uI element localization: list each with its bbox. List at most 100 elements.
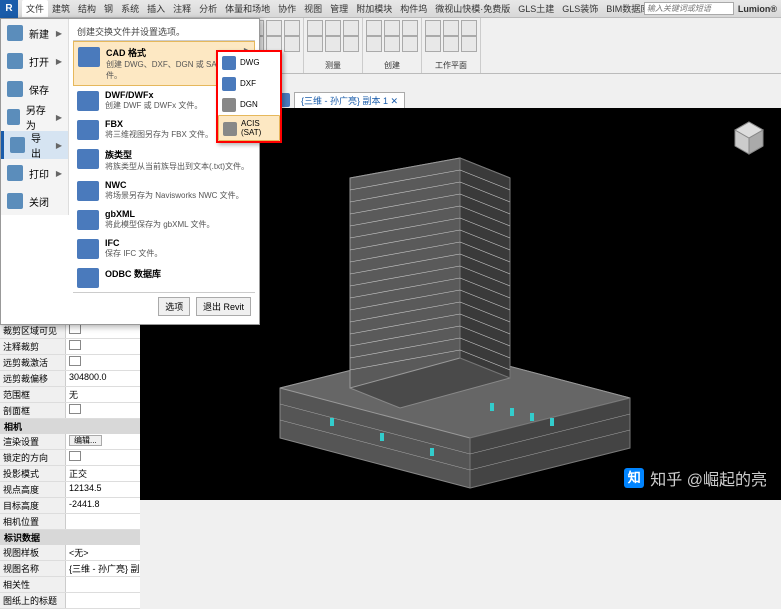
prop-value[interactable] bbox=[66, 450, 140, 465]
prop-key: 注释裁剪 bbox=[0, 339, 66, 354]
ribbon-tab[interactable]: GLS土建 bbox=[514, 0, 558, 17]
prop-row[interactable]: 相机位置 bbox=[0, 514, 140, 530]
export-format-gbXML[interactable]: gbXML将此模型保存为 gbXML 文件。 bbox=[73, 205, 255, 234]
prop-value[interactable]: {三维 - 孙广亮} 副... bbox=[66, 561, 140, 576]
prop-value[interactable]: 无 bbox=[66, 387, 140, 402]
edit-button[interactable]: 编辑... bbox=[69, 435, 102, 446]
prop-value[interactable]: 正交 bbox=[66, 466, 140, 481]
viewcube[interactable] bbox=[729, 118, 769, 158]
prop-row[interactable]: 视图名称{三维 - 孙广亮} 副... bbox=[0, 561, 140, 577]
prop-row[interactable]: 远剪裁偏移304800.0 bbox=[0, 371, 140, 387]
prop-value[interactable]: 304800.0 bbox=[66, 371, 140, 386]
prop-value[interactable] bbox=[66, 355, 140, 370]
cad-subformat-ACIS (SAT)[interactable]: ACIS (SAT) bbox=[218, 115, 280, 141]
cad-subformat-DGN[interactable]: DGN bbox=[218, 94, 280, 115]
prop-row[interactable]: 目标高度-2441.8 bbox=[0, 498, 140, 514]
export-format-族类型[interactable]: 族类型将族类型从当前族导出到文本(.txt)文件。 bbox=[73, 144, 255, 176]
export-format-ODBC 数据库[interactable]: ODBC 数据库 bbox=[73, 263, 255, 292]
ribbon-tab[interactable]: 协作 bbox=[274, 0, 300, 17]
ribbon-tab[interactable]: 建筑 bbox=[48, 0, 74, 17]
search-input[interactable] bbox=[644, 2, 734, 15]
prop-row[interactable]: 图纸上的标题 bbox=[0, 593, 140, 609]
prop-row[interactable]: 渲染设置编辑... bbox=[0, 434, 140, 450]
ribbon-tab[interactable]: 视图 bbox=[300, 0, 326, 17]
ribbon-tab[interactable]: 结构 bbox=[74, 0, 100, 17]
checkbox[interactable] bbox=[69, 356, 81, 366]
prop-value[interactable] bbox=[66, 323, 140, 338]
prop-row[interactable]: 锁定的方向 bbox=[0, 450, 140, 466]
ribbon-tab[interactable]: 构件坞 bbox=[396, 0, 431, 17]
prop-key: 渲染设置 bbox=[0, 434, 66, 449]
prop-value[interactable] bbox=[66, 514, 140, 529]
file-menu-item-另存为[interactable]: 另存为▶ bbox=[1, 103, 68, 131]
ribbon-tab[interactable]: 插入 bbox=[143, 0, 169, 17]
prop-value[interactable]: <无> bbox=[66, 545, 140, 560]
ribbon-tab[interactable]: 注释 bbox=[169, 0, 195, 17]
exit-revit-button[interactable]: 退出 Revit bbox=[196, 297, 251, 316]
app-logo[interactable]: R bbox=[0, 0, 18, 18]
ribbon-tab[interactable]: 分析 bbox=[195, 0, 221, 17]
export-format-IFC[interactable]: IFC保存 IFC 文件。 bbox=[73, 234, 255, 263]
prop-key: 相关性 bbox=[0, 577, 66, 592]
file-menu-icon bbox=[7, 81, 23, 97]
options-button[interactable]: 选项 bbox=[158, 297, 190, 316]
prop-value[interactable]: -2441.8 bbox=[66, 498, 140, 513]
prop-value[interactable] bbox=[66, 577, 140, 592]
file-menu-item-保存[interactable]: 保存 bbox=[1, 75, 68, 103]
chevron-right-icon: ▶ bbox=[56, 141, 62, 150]
ribbon-group: 测量 bbox=[304, 18, 363, 73]
prop-row[interactable]: 剖面框 bbox=[0, 403, 140, 419]
ribbon-tab[interactable]: GLS装饰 bbox=[558, 0, 602, 17]
prop-row[interactable]: 远剪裁激活 bbox=[0, 355, 140, 371]
export-format-NWC[interactable]: NWC将场景另存为 Navisworks NWC 文件。 bbox=[73, 176, 255, 205]
titlebar: R 文件建筑结构钢系统插入注释分析体量和场地协作视图管理附加模块构件坞微视山快模… bbox=[0, 0, 781, 18]
prop-row[interactable]: 视点高度12134.5 bbox=[0, 482, 140, 498]
ribbon-tab[interactable]: 钢 bbox=[100, 0, 117, 17]
properties-panel: 范围裁剪视图裁剪区域可见注释裁剪远剪裁激活远剪裁偏移304800.0范围框无剖面… bbox=[0, 292, 140, 609]
ribbon-tab[interactable]: BIM数据库 bbox=[602, 0, 644, 17]
prop-key: 裁剪区域可见 bbox=[0, 323, 66, 338]
zhihu-icon: 知 bbox=[624, 468, 644, 488]
prop-row[interactable]: 相关性 bbox=[0, 577, 140, 593]
prop-row[interactable]: 视图样板<无> bbox=[0, 545, 140, 561]
prop-section-header[interactable]: 标识数据 bbox=[0, 530, 140, 545]
file-menu-item-打开[interactable]: 打开▶ bbox=[1, 47, 68, 75]
format-icon bbox=[77, 91, 99, 111]
format-icon bbox=[77, 268, 99, 288]
cad-subformat-DXF[interactable]: DXF bbox=[218, 73, 280, 94]
ribbon-tab[interactable]: 管理 bbox=[326, 0, 352, 17]
prop-key: 视点高度 bbox=[0, 482, 66, 497]
prop-value[interactable] bbox=[66, 403, 140, 418]
file-menu-icon bbox=[10, 137, 25, 153]
prop-row[interactable]: 注释裁剪 bbox=[0, 339, 140, 355]
ribbon-group-label: 工作平面 bbox=[425, 60, 477, 71]
prop-section-header[interactable]: 相机 bbox=[0, 419, 140, 434]
prop-value[interactable] bbox=[66, 593, 140, 608]
prop-value[interactable]: 12134.5 bbox=[66, 482, 140, 497]
format-icon bbox=[77, 210, 99, 230]
document-tab[interactable]: {三维 - 孙广亮} 副本 1 ✕ bbox=[294, 92, 405, 108]
checkbox[interactable] bbox=[69, 324, 81, 334]
ribbon-tab[interactable]: 微视山快模·免费版 bbox=[431, 0, 514, 17]
prop-value[interactable]: 编辑... bbox=[66, 434, 140, 449]
file-menu-item-导出[interactable]: 导出▶ bbox=[1, 131, 68, 159]
ribbon-tab[interactable]: 文件 bbox=[22, 0, 48, 17]
checkbox[interactable] bbox=[69, 451, 81, 461]
prop-key: 视图名称 bbox=[0, 561, 66, 576]
prop-row[interactable]: 裁剪区域可见 bbox=[0, 323, 140, 339]
file-menu-item-关闭[interactable]: 关闭 bbox=[1, 187, 68, 215]
ribbon-tab[interactable]: 体量和场地 bbox=[221, 0, 274, 17]
checkbox[interactable] bbox=[69, 404, 81, 414]
prop-row[interactable]: 投影模式正交 bbox=[0, 466, 140, 482]
file-menu-item-新建[interactable]: 新建▶ bbox=[1, 19, 68, 47]
ribbon-tab[interactable]: 附加模块 bbox=[352, 0, 396, 17]
prop-key: 远剪裁偏移 bbox=[0, 371, 66, 386]
ribbon-tabs: 文件建筑结构钢系统插入注释分析体量和场地协作视图管理附加模块构件坞微视山快模·免… bbox=[22, 0, 644, 17]
checkbox[interactable] bbox=[69, 340, 81, 350]
ribbon-tab[interactable]: 系统 bbox=[117, 0, 143, 17]
file-menu-item-打印[interactable]: 打印▶ bbox=[1, 159, 68, 187]
lumion-label[interactable]: Lumion® bbox=[738, 4, 777, 14]
prop-value[interactable] bbox=[66, 339, 140, 354]
prop-row[interactable]: 范围框无 bbox=[0, 387, 140, 403]
cad-subformat-DWG[interactable]: DWG bbox=[218, 52, 280, 73]
